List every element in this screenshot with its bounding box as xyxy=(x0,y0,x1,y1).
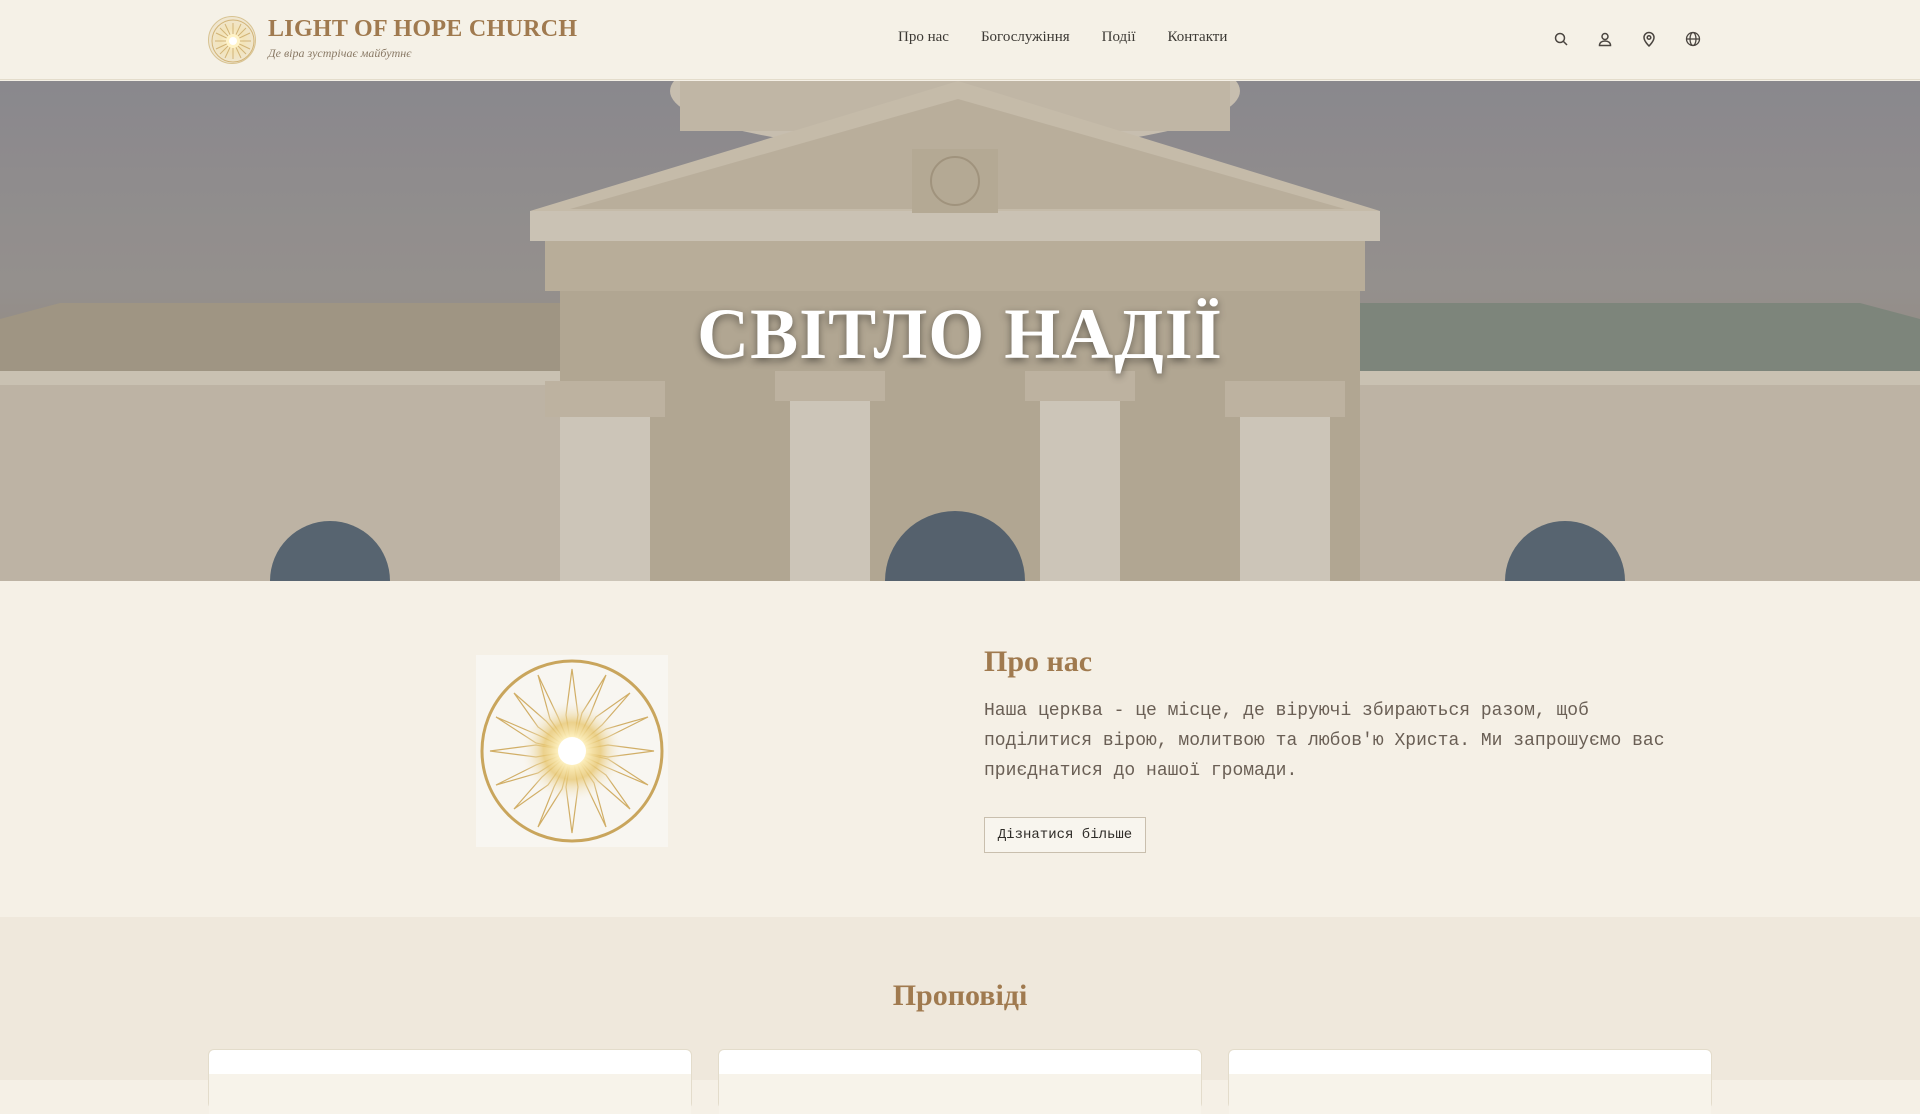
church-logo[interactable] xyxy=(208,16,256,64)
hero-title: СВІТЛО НАДІЇ xyxy=(697,294,1223,374)
sermon-card[interactable] xyxy=(208,1049,692,1114)
sermon-card[interactable] xyxy=(1228,1049,1712,1114)
search-icon[interactable] xyxy=(1552,30,1570,48)
location-pin-icon[interactable] xyxy=(1640,30,1658,48)
brand-title[interactable]: LIGHT OF HOPE CHURCH xyxy=(268,16,577,43)
sermon-card-image xyxy=(209,1074,691,1114)
brand: LIGHT OF HOPE CHURCH Де віра зустрічає м… xyxy=(268,16,577,61)
main-nav: Про нас Богослужіння Події Контакти xyxy=(898,29,1227,46)
sermon-card[interactable] xyxy=(718,1049,1202,1114)
sermon-card-image xyxy=(1229,1074,1711,1114)
user-icon[interactable] xyxy=(1596,30,1614,48)
nav-item-about[interactable]: Про нас xyxy=(898,29,949,46)
sermons-section: Проповіді xyxy=(0,917,1920,1114)
sermons-heading: Проповіді xyxy=(892,979,1028,1012)
brand-tagline: Де віра зустрічає майбутнє xyxy=(268,46,412,60)
nav-item-contacts[interactable]: Контакти xyxy=(1168,29,1228,46)
about-text: Наша церква - це місце, де віруючі збира… xyxy=(984,701,1665,781)
sun-emblem-image xyxy=(476,655,668,847)
about-heading: Про нас xyxy=(984,645,1093,678)
hero-banner: СВІТЛО НАДІЇ xyxy=(0,81,1920,581)
sermon-card-image xyxy=(719,1074,1201,1114)
site-header: LIGHT OF HOPE CHURCH Де віра зустрічає м… xyxy=(0,0,1920,80)
header-icons xyxy=(1552,30,1702,48)
about-section: Про нас Наша церква - це місце, де вірую… xyxy=(0,581,1920,917)
learn-more-button[interactable]: Дізнатися більше xyxy=(984,817,1146,853)
globe-icon[interactable] xyxy=(1684,30,1702,48)
nav-item-events[interactable]: Події xyxy=(1102,29,1136,46)
nav-item-services[interactable]: Богослужіння xyxy=(981,29,1070,46)
